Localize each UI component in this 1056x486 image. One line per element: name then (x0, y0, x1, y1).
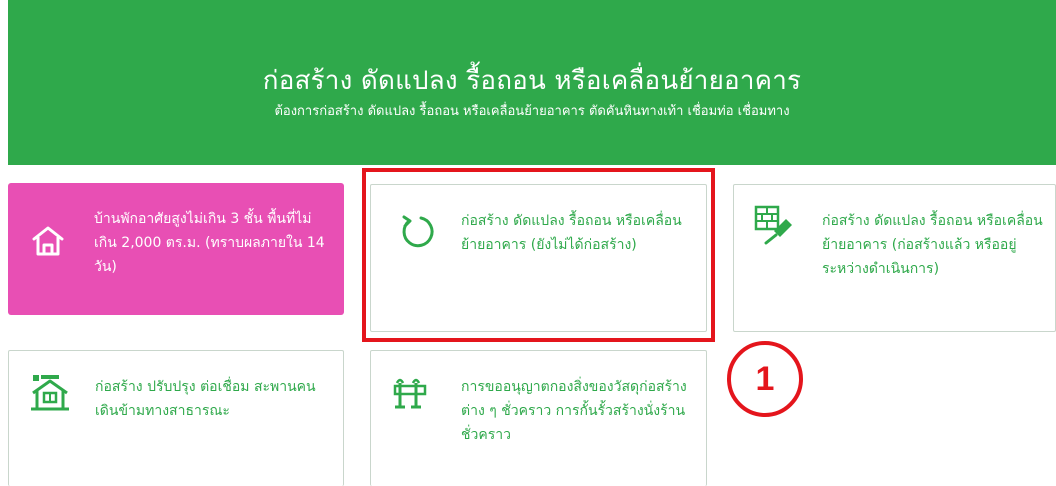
building-icon (29, 371, 69, 411)
house-icon (28, 221, 68, 261)
service-card-temporary-storage[interactable]: การขออนุญาตกองสิ่งของวัสดุก่อสร้างต่าง ๆ… (370, 350, 707, 486)
page-subtitle: ต้องการก่อสร้าง ดัดแปลง รื้อถอน หรือเคลื… (274, 104, 790, 119)
service-card-not-yet-built[interactable]: ก่อสร้าง ดัดแปลง รื้อถอน หรือเคลื่อนย้าย… (370, 184, 707, 332)
service-card-residential[interactable]: บ้านพักอาศัยสูงไม่เกิน 3 ชั้น พื้นที่ไม่… (8, 183, 344, 315)
hero-banner: ก่อสร้าง ดัดแปลง รื้อถอน หรือเคลื่อนย้าย… (8, 0, 1056, 165)
barrier-icon (391, 373, 431, 413)
step-number-badge: 1 (727, 341, 803, 417)
service-card-already-built[interactable]: ก่อสร้าง ดัดแปลง รื้อถอน หรือเคลื่อนย้าย… (733, 184, 1056, 332)
service-card-label: ก่อสร้าง ปรับปรุง ต่อเชื่อม สะพานคนเดินข… (95, 379, 316, 419)
page-title: ก่อสร้าง ดัดแปลง รื้อถอน หรือเคลื่อนย้าย… (262, 66, 802, 96)
service-card-label: ก่อสร้าง ดัดแปลง รื้อถอน หรือเคลื่อนย้าย… (822, 213, 1043, 277)
service-card-pedestrian-bridge[interactable]: ก่อสร้าง ปรับปรุง ต่อเชื่อม สะพานคนเดินข… (8, 350, 344, 486)
service-card-label: ก่อสร้าง ดัดแปลง รื้อถอน หรือเคลื่อนย้าย… (461, 213, 682, 253)
refresh-icon (397, 211, 437, 251)
service-card-label: การขออนุญาตกองสิ่งของวัสดุก่อสร้างต่าง ๆ… (461, 379, 687, 443)
service-card-label: บ้านพักอาศัยสูงไม่เกิน 3 ชั้น พื้นที่ไม่… (94, 211, 325, 275)
brick-trowel-icon (752, 203, 792, 245)
